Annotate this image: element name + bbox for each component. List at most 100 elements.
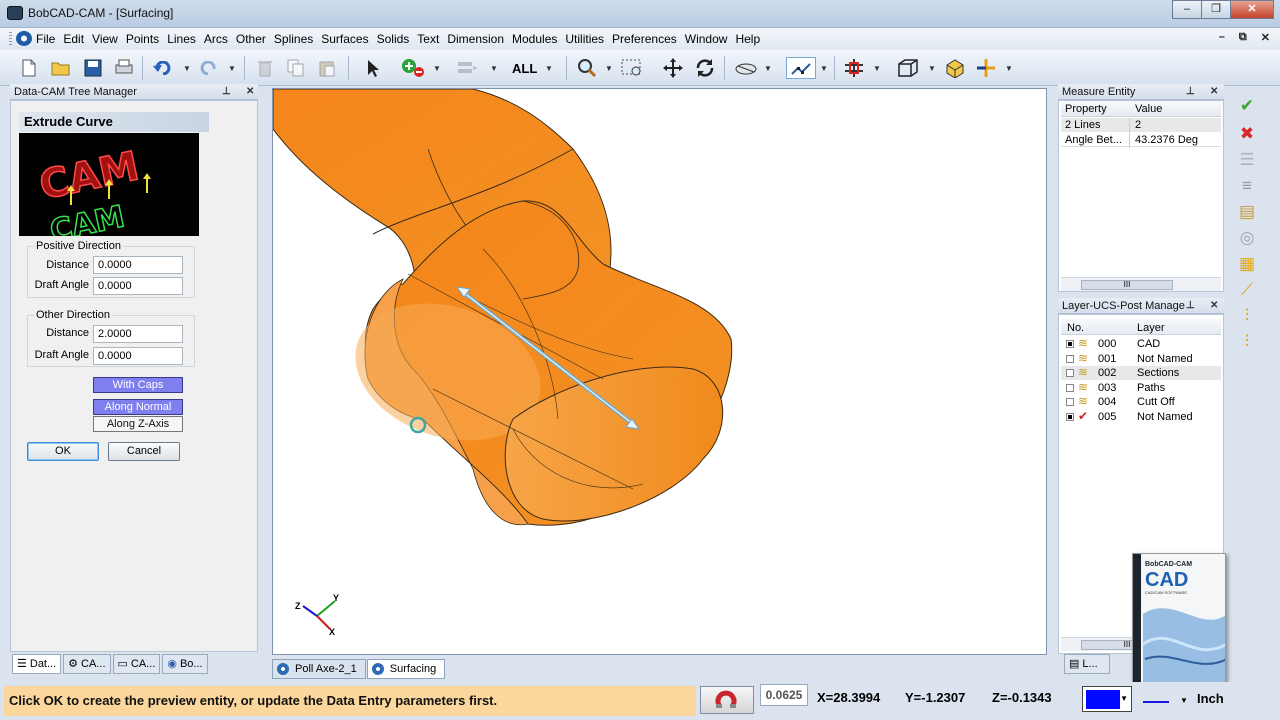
snap-icon[interactable]	[786, 57, 816, 79]
paste-icon[interactable]	[316, 57, 338, 79]
layer-row[interactable]: ≋ 004 Cutt Off	[1061, 394, 1221, 409]
tab-cam-tree[interactable]: ⚙ CA...	[63, 654, 111, 674]
menu-splines[interactable]: Splines	[274, 32, 313, 46]
ok-button[interactable]: OK	[27, 442, 99, 461]
select-all-button[interactable]: ALL	[512, 61, 537, 76]
ucs-dropdown-icon[interactable]: ▼	[1005, 64, 1013, 73]
grip-handle[interactable]	[9, 32, 12, 46]
menu-surfaces[interactable]: Surfaces	[321, 32, 368, 46]
copy-icon[interactable]	[285, 57, 307, 79]
rotate-icon[interactable]	[694, 57, 716, 79]
with-caps-toggle[interactable]: With Caps	[93, 377, 183, 393]
menu-text[interactable]: Text	[417, 32, 439, 46]
tab-data-entry[interactable]: ☰ Dat...	[12, 654, 62, 674]
layer-row[interactable]: ≋ 000 CAD	[1061, 336, 1221, 351]
layer-visible-checkbox[interactable]	[1066, 354, 1074, 363]
along-normal-toggle[interactable]: Along Normal	[93, 399, 183, 415]
pin-icon[interactable]: ⊥	[1186, 84, 1195, 100]
check-icon[interactable]: ✔	[1236, 96, 1258, 116]
cancel-x-icon[interactable]: ✖	[1236, 124, 1258, 144]
open-folder-icon[interactable]	[50, 57, 72, 79]
layer-visible-checkbox[interactable]	[1066, 383, 1074, 392]
save-icon[interactable]	[82, 57, 104, 79]
layer-row[interactable]: ≋ 001 Not Named	[1061, 351, 1221, 366]
pin-icon[interactable]: ⊥	[222, 84, 231, 100]
lines-icon[interactable]: ≡	[1236, 176, 1258, 196]
mdi-restore-button[interactable]: ⧉	[1239, 31, 1247, 44]
menu-points[interactable]: Points	[126, 32, 159, 46]
shade-icon[interactable]	[944, 57, 966, 79]
positive-distance-input[interactable]	[93, 256, 183, 274]
undo-dropdown-icon[interactable]: ▼	[183, 64, 191, 73]
other-draft-input[interactable]	[93, 347, 183, 365]
cube-view-icon[interactable]	[897, 57, 919, 79]
undo-icon[interactable]	[152, 57, 174, 79]
pan-icon[interactable]	[662, 57, 684, 79]
ruler-icon[interactable]: ▦	[1236, 254, 1258, 274]
layer-visible-checkbox[interactable]	[1066, 412, 1074, 421]
tab-poll-axe[interactable]: Poll Axe-2_1	[272, 659, 366, 679]
current-color-picker[interactable]: ▼	[1082, 686, 1132, 712]
delete-icon[interactable]	[254, 57, 276, 79]
app-icon[interactable]	[7, 6, 23, 20]
menu-dimension[interactable]: Dimension	[447, 32, 504, 46]
menu-modules[interactable]: Modules	[512, 32, 557, 46]
along-z-axis-toggle[interactable]: Along Z-Axis	[93, 416, 183, 432]
measure-tool-icon[interactable]: ⟋	[1236, 280, 1258, 300]
print-icon[interactable]	[113, 57, 135, 79]
menu-arcs[interactable]: Arcs	[204, 32, 228, 46]
dimension-icon[interactable]: ⫶	[1236, 306, 1258, 326]
dimension-vertical-icon[interactable]: ⫶	[1236, 332, 1258, 352]
layers-icon[interactable]: ▤	[1236, 202, 1258, 222]
add-remove-icon[interactable]	[400, 57, 426, 79]
layer-row[interactable]: ≋ 003 Paths	[1061, 380, 1221, 395]
layer-visible-checkbox[interactable]	[1066, 369, 1074, 377]
plane-view-dropdown-icon[interactable]: ▼	[764, 64, 772, 73]
other-distance-input[interactable]	[93, 325, 183, 343]
cube-view-dropdown-icon[interactable]: ▼	[928, 64, 936, 73]
redo-dropdown-icon[interactable]: ▼	[228, 64, 236, 73]
menu-lines[interactable]: Lines	[167, 32, 196, 46]
zoom-dropdown-icon[interactable]: ▼	[605, 64, 613, 73]
extruded-surface-model[interactable]: Z Y X	[273, 89, 1047, 655]
scroll-thumb[interactable]: III	[1081, 280, 1173, 290]
magnet-snap-button[interactable]	[700, 686, 754, 714]
layer-row[interactable]: ≋ 002 Sections	[1061, 365, 1221, 380]
grid-icon[interactable]	[843, 57, 865, 79]
zoom-icon[interactable]	[576, 57, 598, 79]
document-icon[interactable]	[16, 31, 32, 46]
menu-other[interactable]: Other	[236, 32, 266, 46]
redo-icon[interactable]	[197, 57, 219, 79]
layer-visible-checkbox[interactable]	[1066, 340, 1074, 348]
menu-help[interactable]: Help	[735, 32, 760, 46]
table-row[interactable]: Angle Bet... 43.2376 Deg	[1061, 133, 1221, 147]
select-arrow-icon[interactable]	[362, 57, 384, 79]
mdi-close-button[interactable]: ✕	[1261, 31, 1270, 44]
layer-row[interactable]: ✔ 005 Not Named	[1061, 409, 1221, 424]
menu-edit[interactable]: Edit	[63, 32, 84, 46]
ucs-icon[interactable]	[975, 57, 997, 79]
minimize-button[interactable]: –	[1172, 0, 1202, 19]
menu-file[interactable]: File	[36, 32, 55, 46]
menu-preferences[interactable]: Preferences	[612, 32, 677, 46]
table-row[interactable]: 2 Lines 2	[1061, 118, 1221, 132]
line-style-picker[interactable]: ▼	[1140, 688, 1192, 712]
snap-value[interactable]: 0.0625	[760, 684, 808, 706]
new-file-icon[interactable]	[18, 57, 40, 79]
graphics-viewport[interactable]: Z Y X	[272, 88, 1047, 655]
menu-window[interactable]: Window	[685, 32, 728, 46]
maximize-button[interactable]: ❐	[1201, 0, 1231, 19]
mdi-minimize-button[interactable]: –	[1219, 31, 1225, 44]
horizontal-scrollbar[interactable]: III	[1061, 277, 1221, 291]
eye-icon[interactable]: ◎	[1236, 228, 1258, 248]
tab-surfacing[interactable]: Surfacing	[366, 659, 446, 679]
cancel-button[interactable]: Cancel	[108, 442, 180, 461]
add-remove-dropdown-icon[interactable]: ▼	[433, 64, 441, 73]
layer-move-icon[interactable]	[456, 57, 480, 79]
close-panel-icon[interactable]: ✕	[246, 84, 254, 100]
pin-icon[interactable]: ⊥	[1186, 298, 1195, 314]
layer-visible-checkbox[interactable]	[1066, 398, 1074, 406]
tab-cam-view[interactable]: ▭ CA...	[112, 654, 161, 674]
close-button[interactable]: ✕	[1230, 0, 1274, 19]
snap-dropdown-icon[interactable]: ▼	[820, 64, 828, 73]
